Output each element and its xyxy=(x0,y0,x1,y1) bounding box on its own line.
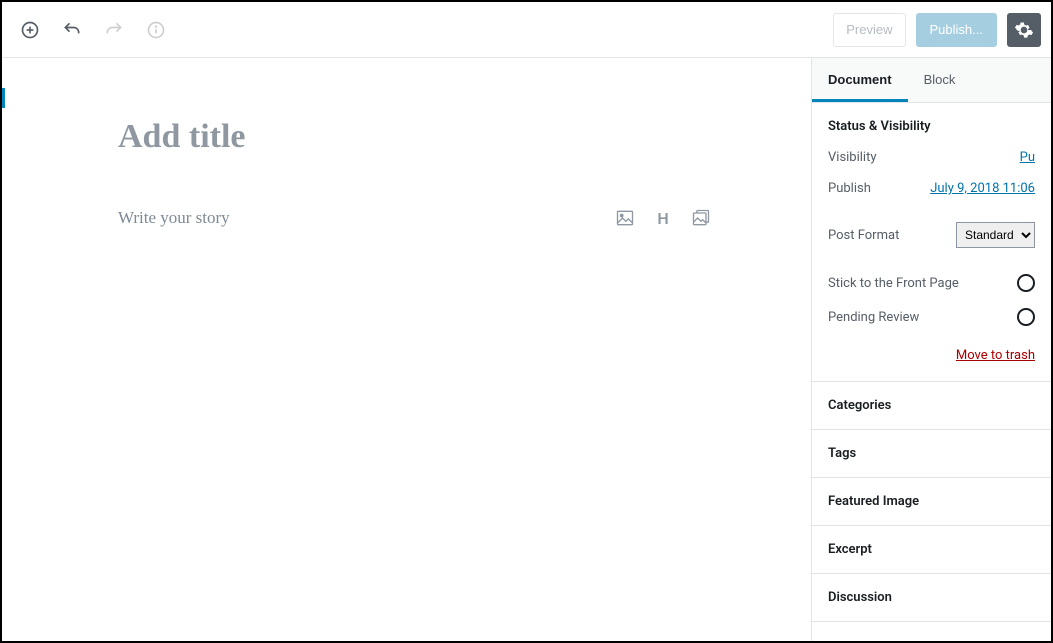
status-visibility-heading: Status & Visibility xyxy=(828,119,1035,134)
pending-review-label: Pending Review xyxy=(828,310,919,325)
publish-button[interactable]: Publish... xyxy=(916,13,997,47)
toolbar-left-group xyxy=(12,12,174,48)
redo-icon xyxy=(104,20,124,40)
gallery-block-button[interactable] xyxy=(691,208,711,228)
image-icon xyxy=(615,208,635,228)
panel-categories[interactable]: Categories xyxy=(812,382,1051,430)
quick-inserter-icons: H xyxy=(615,208,711,228)
post-format-row: Post Format Standard xyxy=(828,214,1035,256)
panel-status-visibility: Status & Visibility Visibility Pu Publis… xyxy=(812,103,1051,382)
body-area: H Document Block Status & Visibility Vis… xyxy=(2,58,1051,641)
post-format-select[interactable]: Standard xyxy=(956,222,1035,248)
redo-button[interactable] xyxy=(96,12,132,48)
heading-block-button[interactable]: H xyxy=(653,208,673,228)
stick-front-page-label: Stick to the Front Page xyxy=(828,276,959,291)
undo-icon xyxy=(62,20,82,40)
default-block-row: H xyxy=(118,208,751,228)
panel-featured-image[interactable]: Featured Image xyxy=(812,478,1051,526)
info-icon xyxy=(146,20,166,40)
add-block-button[interactable] xyxy=(12,12,48,48)
tab-block[interactable]: Block xyxy=(908,58,972,102)
top-toolbar: Preview Publish... xyxy=(2,2,1051,58)
post-format-label: Post Format xyxy=(828,228,899,243)
panel-tags[interactable]: Tags xyxy=(812,430,1051,478)
featured-image-heading: Featured Image xyxy=(812,478,1051,525)
visibility-row: Visibility Pu xyxy=(828,142,1035,173)
categories-heading: Categories xyxy=(812,382,1051,429)
info-button[interactable] xyxy=(138,12,174,48)
tab-document[interactable]: Document xyxy=(812,58,908,102)
settings-toggle-button[interactable] xyxy=(1007,13,1041,47)
publish-label: Publish xyxy=(828,181,871,196)
excerpt-heading: Excerpt xyxy=(812,526,1051,573)
sidebar-tabs: Document Block xyxy=(812,58,1051,103)
move-to-trash-link[interactable]: Move to trash xyxy=(956,348,1035,363)
pending-review-toggle[interactable] xyxy=(1017,308,1035,326)
gallery-icon xyxy=(691,208,711,228)
publish-date-row: Publish July 9, 2018 11:06 xyxy=(828,173,1035,204)
settings-sidebar: Document Block Status & Visibility Visib… xyxy=(811,58,1051,641)
trash-row: Move to trash xyxy=(828,334,1035,365)
image-block-button[interactable] xyxy=(615,208,635,228)
preview-button[interactable]: Preview xyxy=(833,13,905,47)
gear-icon xyxy=(1014,20,1034,40)
stick-front-page-toggle[interactable] xyxy=(1017,274,1035,292)
panel-excerpt[interactable]: Excerpt xyxy=(812,526,1051,574)
discussion-heading: Discussion xyxy=(812,574,1051,621)
pending-review-row: Pending Review xyxy=(828,300,1035,334)
panel-discussion[interactable]: Discussion xyxy=(812,574,1051,622)
visibility-value-link[interactable]: Pu xyxy=(1020,150,1035,165)
post-title-input[interactable] xyxy=(118,118,751,156)
stick-front-page-row: Stick to the Front Page xyxy=(828,266,1035,300)
visibility-label: Visibility xyxy=(828,150,877,165)
post-body-input[interactable] xyxy=(118,208,615,228)
toolbar-right-group: Preview Publish... xyxy=(833,13,1041,47)
publish-date-link[interactable]: July 9, 2018 11:06 xyxy=(930,181,1035,196)
plus-circle-icon xyxy=(20,20,40,40)
tags-heading: Tags xyxy=(812,430,1051,477)
editor-canvas: H xyxy=(6,58,811,641)
undo-button[interactable] xyxy=(54,12,90,48)
